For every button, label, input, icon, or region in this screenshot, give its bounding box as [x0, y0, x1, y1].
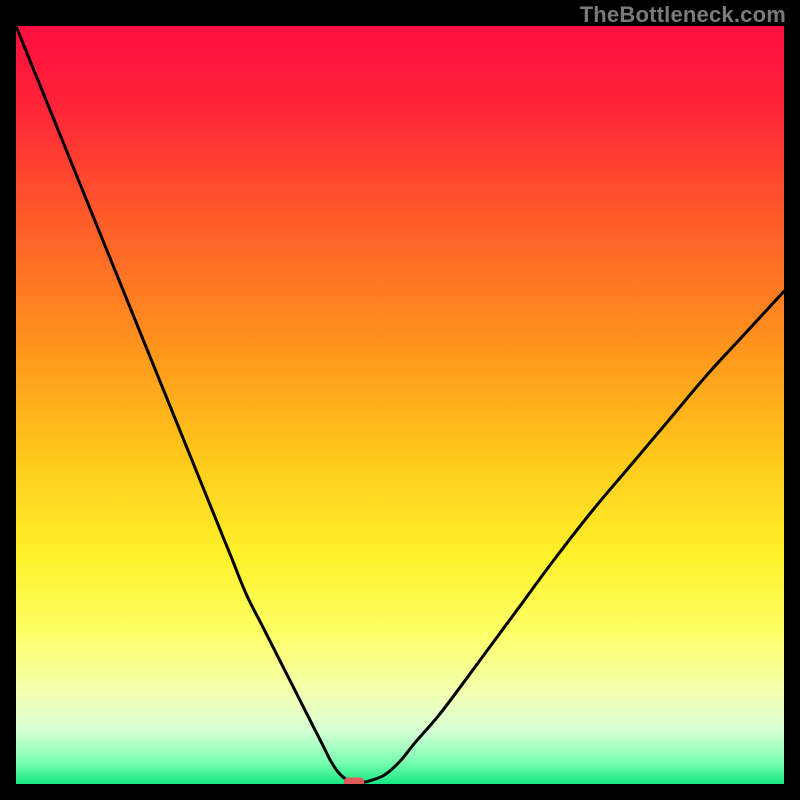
- watermark-text: TheBottleneck.com: [580, 2, 786, 28]
- optimum-marker: [344, 777, 364, 784]
- chart-frame: TheBottleneck.com: [0, 0, 800, 800]
- plot-area: [16, 26, 784, 784]
- bottleneck-chart: [16, 26, 784, 784]
- gradient-background: [16, 26, 784, 784]
